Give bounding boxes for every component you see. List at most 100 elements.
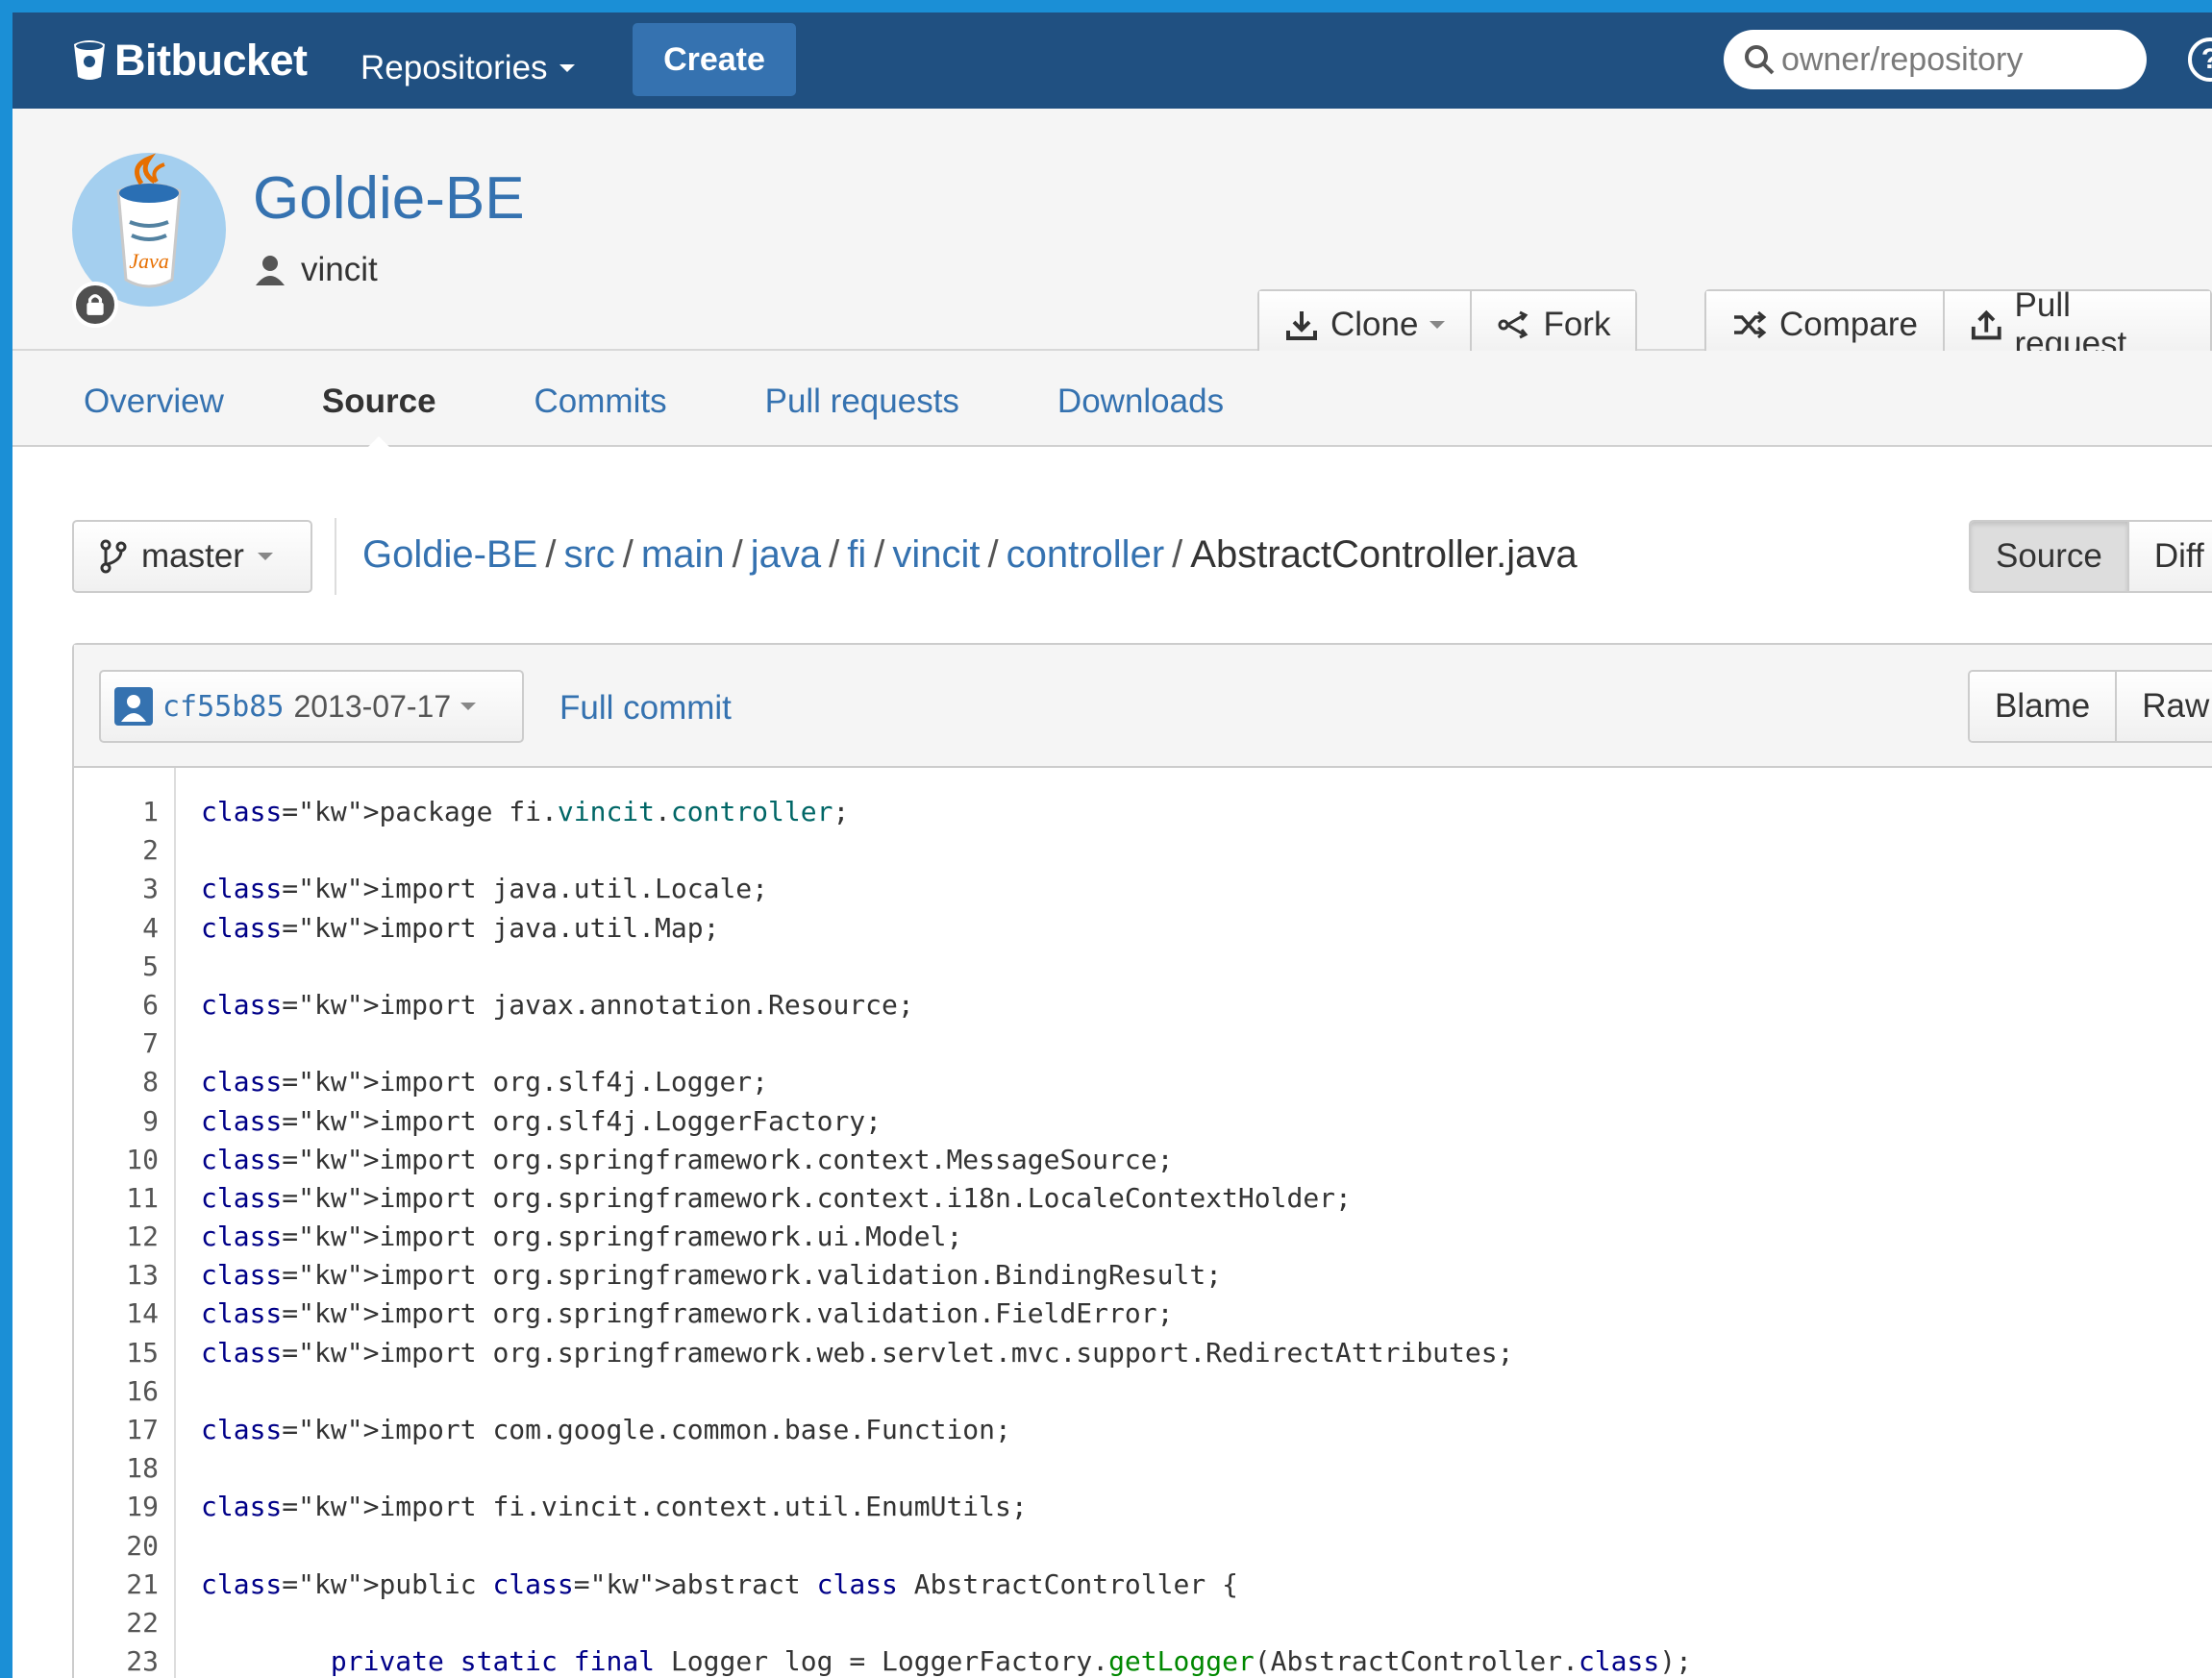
line-number[interactable]: 9 — [74, 1102, 174, 1141]
compare-pr-group: Compare Pull request — [1704, 286, 2212, 362]
code-line: class="kw">import org.slf4j.LoggerFactor… — [201, 1104, 882, 1137]
chevron-down-icon — [559, 64, 575, 72]
code-line: class="kw">import org.slf4j.Logger; — [201, 1066, 769, 1098]
commit-selector[interactable]: cf55b85 2013-07-17 — [99, 670, 524, 743]
line-number[interactable]: 20 — [74, 1527, 174, 1566]
breadcrumb-vincit[interactable]: vincit — [892, 533, 980, 576]
line-number[interactable]: 15 — [74, 1334, 174, 1372]
repo-title[interactable]: Goldie-BE — [253, 164, 525, 233]
line-number[interactable]: 14 — [74, 1295, 174, 1333]
line-number[interactable]: 4 — [74, 909, 174, 948]
repo-header: Java Goldie-BE vincit Clone Fork Compare… — [12, 109, 2212, 362]
line-number[interactable]: 6 — [74, 986, 174, 1024]
help-icon[interactable]: ? — [2188, 37, 2212, 82]
line-number[interactable]: 11 — [74, 1179, 174, 1218]
tab-commits[interactable]: Commits — [534, 382, 667, 421]
line-number[interactable]: 7 — [74, 1024, 174, 1063]
diff-view-button[interactable]: Diff — [2128, 522, 2212, 591]
clone-button[interactable]: Clone — [1259, 291, 1473, 358]
fork-label: Fork — [1543, 306, 1611, 343]
code-content: class="kw">package fi.vincit.controller;… — [176, 768, 1692, 1678]
avatar-java-text: Java — [129, 249, 169, 273]
line-number[interactable]: 18 — [74, 1449, 174, 1488]
branch-icon — [100, 539, 127, 574]
file-toolbar: cf55b85 2013-07-17 Full commit Blame Raw — [74, 645, 2212, 768]
tab-source[interactable]: Source — [322, 382, 436, 452]
search-input[interactable]: owner/repository — [1724, 30, 2147, 89]
breadcrumb: Goldie-BE / src / main / java / fi / vincit / contro… — [362, 533, 1578, 576]
pull-request-button[interactable]: Pull request — [1944, 286, 2210, 362]
repo-owner[interactable]: vincit — [253, 251, 378, 289]
breadcrumb-controller[interactable]: controller — [1007, 533, 1165, 576]
code-line: class="kw">import org.springframework.va… — [201, 1259, 1223, 1292]
tab-overview[interactable]: Overview — [84, 382, 224, 421]
breadcrumb-java[interactable]: java — [751, 533, 821, 576]
branch-selector[interactable]: master — [72, 520, 312, 593]
line-number[interactable]: 21 — [74, 1566, 174, 1604]
shuffle-icon — [1734, 310, 1767, 339]
search-icon — [1745, 45, 1775, 75]
commit-date: 2013-07-17 — [293, 688, 452, 724]
tab-pull-requests[interactable]: Pull requests — [765, 382, 959, 421]
line-number[interactable]: 22 — [74, 1604, 174, 1642]
upload-icon — [1971, 309, 2001, 340]
source-view-button[interactable]: Source — [1971, 522, 2129, 591]
line-number[interactable]: 12 — [74, 1218, 174, 1256]
line-number[interactable]: 10 — [74, 1141, 174, 1179]
chevron-down-icon — [257, 553, 273, 560]
code-line: class="kw">import org.springframework.co… — [201, 1181, 1352, 1214]
compare-button[interactable]: Compare — [1706, 291, 1945, 358]
code-line: class="kw">import java.util.Locale; — [201, 873, 769, 905]
line-number[interactable]: 1 — [74, 793, 174, 831]
line-number[interactable]: 19 — [74, 1488, 174, 1526]
repo-tabs: Overview Source Commits Pull requests Do… — [12, 351, 2212, 452]
breadcrumb-src[interactable]: src — [563, 533, 614, 576]
code-line: class="kw">import com.google.common.base… — [201, 1414, 1011, 1445]
breadcrumb-divider — [335, 518, 336, 595]
blame-button[interactable]: Blame — [1970, 672, 2118, 741]
line-numbers: 1 2 3 4 5 6 7 8 9 10 11 12 13 14 15 16 17 18 19 20 21 22 23 — [74, 768, 176, 1678]
tab-downloads[interactable]: Downloads — [1057, 382, 1224, 421]
code-line: class="kw">import fi.vincit.context.util… — [201, 1491, 1028, 1523]
code-line: class="kw">package fi.vincit.controller; — [201, 796, 850, 827]
full-commit-link[interactable]: Full commit — [559, 689, 732, 728]
line-number[interactable]: 5 — [74, 948, 174, 986]
view-toggle: Source Diff — [1969, 520, 2212, 593]
line-number[interactable]: 17 — [74, 1411, 174, 1449]
raw-button[interactable]: Raw — [2117, 672, 2212, 741]
clone-fork-group: Clone Fork — [1257, 289, 1638, 360]
clone-label: Clone — [1330, 306, 1419, 343]
code-line: class="kw">import java.util.Map; — [201, 911, 720, 944]
line-number[interactable]: 8 — [74, 1063, 174, 1101]
branch-name: master — [141, 537, 244, 575]
create-button[interactable]: Create — [633, 23, 796, 96]
lock-icon — [72, 282, 118, 328]
code-line: class="kw">import org.springframework.we… — [201, 1336, 1514, 1369]
file-viewer: cf55b85 2013-07-17 Full commit Blame Raw… — [72, 643, 2212, 1678]
fork-button[interactable]: Fork — [1472, 291, 1636, 358]
chevron-down-icon — [460, 703, 477, 710]
chevron-down-icon — [1429, 321, 1446, 329]
breadcrumb-repo[interactable]: Goldie-BE — [362, 533, 537, 576]
line-number[interactable]: 13 — [74, 1256, 174, 1295]
code-line: class="kw">import javax.annotation.Resou… — [201, 988, 914, 1021]
browser-frame: Bitbucket Repositories Create owner/repo… — [12, 12, 2212, 1678]
line-number[interactable]: 2 — [74, 831, 174, 870]
line-number[interactable]: 23 — [74, 1642, 174, 1678]
code-area: 1 2 3 4 5 6 7 8 9 10 11 12 13 14 15 16 17 18 19 20 21 22 23 cl… — [74, 768, 2212, 1678]
code-line: class="kw">public class="kw">abstract cl… — [201, 1567, 1238, 1600]
bucket-icon — [74, 40, 105, 80]
breadcrumb-main[interactable]: main — [641, 533, 725, 576]
line-number[interactable]: 3 — [74, 870, 174, 908]
code-line: class="kw">import org.springframework.va… — [201, 1297, 1174, 1330]
bitbucket-logo[interactable]: Bitbucket — [70, 36, 308, 86]
top-nav: Bitbucket Repositories Create owner/repo… — [12, 12, 2212, 109]
breadcrumb-fi[interactable]: fi — [847, 533, 866, 576]
line-number[interactable]: 16 — [74, 1372, 174, 1411]
repositories-menu[interactable]: Repositories — [360, 49, 575, 87]
